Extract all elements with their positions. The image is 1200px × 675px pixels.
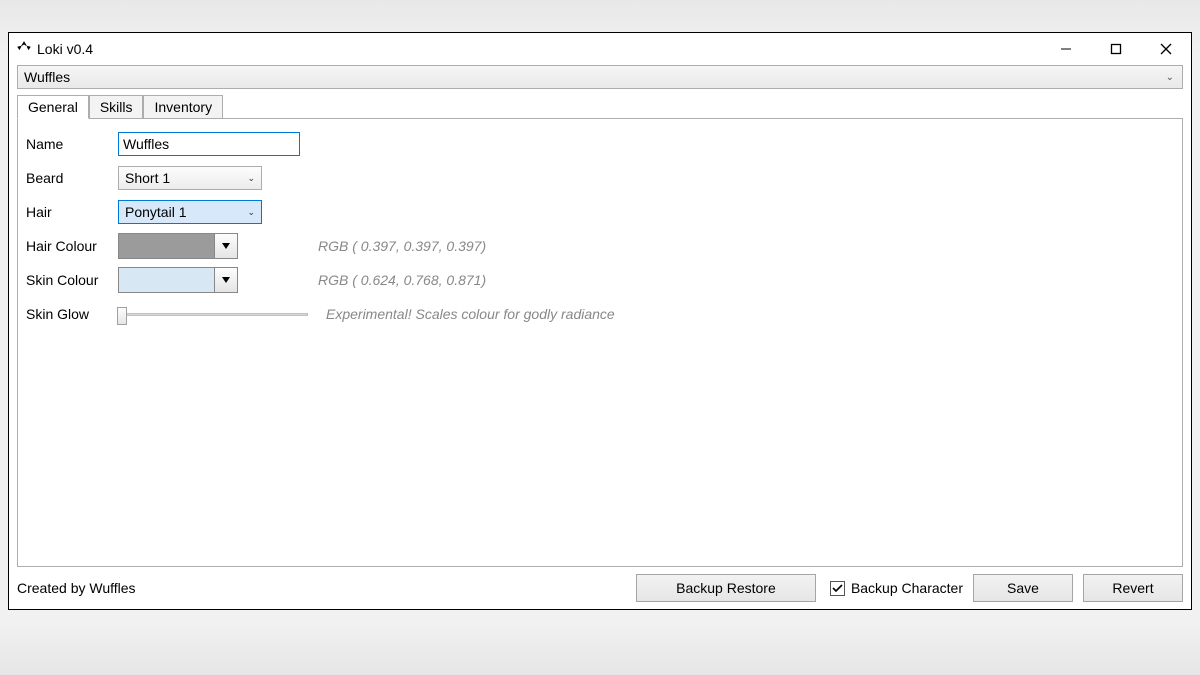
name-label: Name (26, 136, 118, 152)
hair-select[interactable]: Ponytail 1 ⌄ (118, 200, 262, 224)
app-window: Loki v0.4 Wuffles ⌄ General (8, 32, 1192, 610)
tab-panel-general: Name Beard Short 1 ⌄ Hair Ponytail 1 ⌄ H… (17, 118, 1183, 567)
chevron-down-icon: ⌄ (247, 173, 255, 184)
slider-thumb[interactable] (117, 307, 127, 325)
maximize-button[interactable] (1091, 33, 1141, 65)
hair-colour-rgb-text: RGB ( 0.397, 0.397, 0.397) (318, 238, 486, 254)
skin-glow-slider[interactable] (118, 302, 308, 326)
skin-glow-label: Skin Glow (26, 306, 118, 322)
chevron-down-icon: ⌄ (247, 207, 255, 218)
hair-label: Hair (26, 204, 118, 220)
revert-button[interactable]: Revert (1083, 574, 1183, 602)
skin-colour-dropdown[interactable] (215, 268, 237, 292)
backup-character-label: Backup Character (851, 580, 963, 596)
minimize-button[interactable] (1041, 33, 1091, 65)
tab-general[interactable]: General (17, 95, 89, 119)
beard-label: Beard (26, 170, 118, 186)
beard-select[interactable]: Short 1 ⌄ (118, 166, 262, 190)
backup-restore-button[interactable]: Backup Restore (636, 574, 816, 602)
window-controls (1041, 33, 1191, 65)
window-title: Loki v0.4 (37, 41, 93, 57)
chevron-down-icon: ⌄ (1166, 72, 1174, 83)
app-icon (15, 40, 33, 58)
hair-select-value: Ponytail 1 (125, 204, 186, 220)
checkbox-box (830, 581, 845, 596)
character-selector-value: Wuffles (24, 69, 70, 85)
close-button[interactable] (1141, 33, 1191, 65)
tab-inventory[interactable]: Inventory (143, 95, 223, 119)
skin-colour-label: Skin Colour (26, 272, 118, 288)
hair-colour-label: Hair Colour (26, 238, 118, 254)
hair-colour-swatch (119, 234, 215, 258)
hair-colour-picker[interactable] (118, 233, 238, 259)
tab-bar: General Skills Inventory (9, 95, 1191, 119)
footer: Created by Wuffles Backup Restore Backup… (9, 567, 1191, 609)
save-button[interactable]: Save (973, 574, 1073, 602)
titlebar: Loki v0.4 (9, 33, 1191, 65)
backup-character-checkbox[interactable]: Backup Character (830, 580, 963, 596)
name-input[interactable] (118, 132, 300, 156)
credit-text: Created by Wuffles (17, 580, 136, 596)
character-selector[interactable]: Wuffles ⌄ (17, 65, 1183, 89)
slider-track (118, 313, 308, 316)
skin-colour-rgb-text: RGB ( 0.624, 0.768, 0.871) (318, 272, 486, 288)
tab-skills[interactable]: Skills (89, 95, 144, 119)
skin-colour-picker[interactable] (118, 267, 238, 293)
beard-select-value: Short 1 (125, 170, 170, 186)
hair-colour-dropdown[interactable] (215, 234, 237, 258)
skin-glow-hint: Experimental! Scales colour for godly ra… (326, 306, 615, 322)
skin-colour-swatch (119, 268, 215, 292)
